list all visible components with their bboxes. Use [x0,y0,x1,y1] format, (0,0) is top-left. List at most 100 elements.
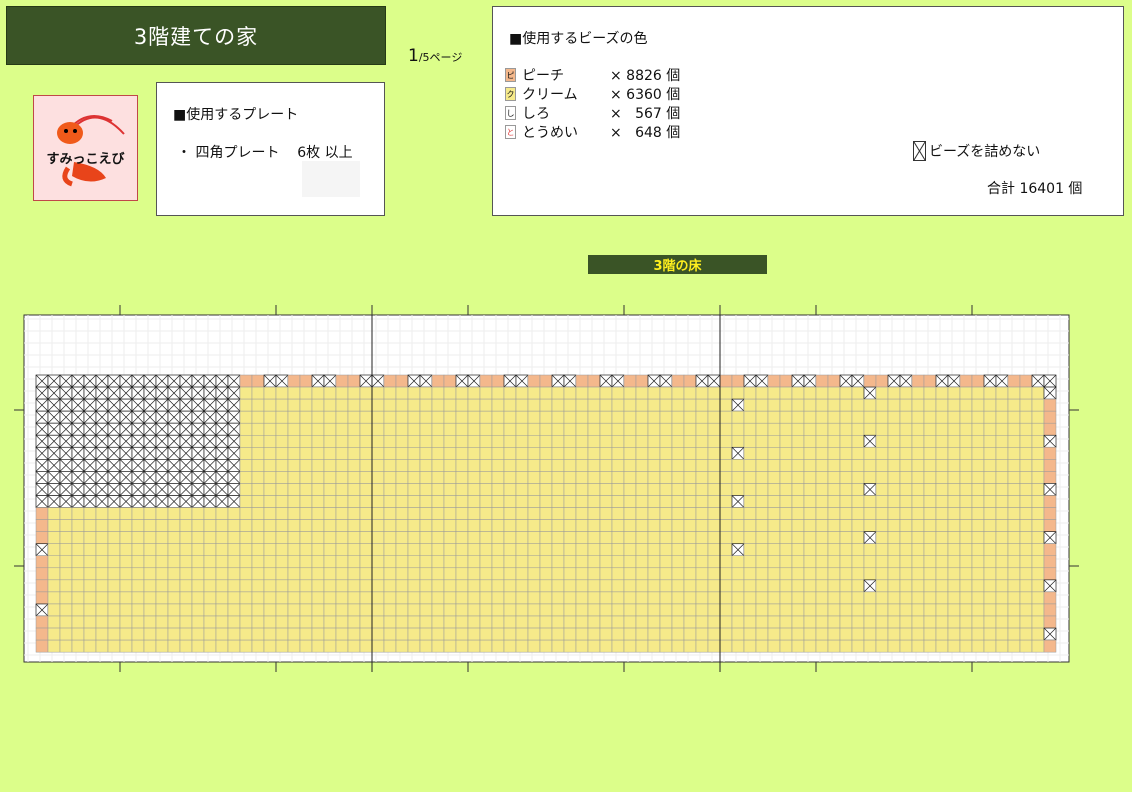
cream-bead [911,410,925,424]
cream-bead [587,459,601,472]
cream-bead [551,483,565,496]
cream-bead [599,603,613,617]
cream-bead [143,615,157,629]
cream-bead [563,483,577,496]
cream-bead [323,471,337,484]
cream-bead [71,507,85,520]
cream-bead [431,603,445,617]
cream-bead [479,435,493,448]
cream-bead [911,531,925,544]
cream-bead [323,410,337,424]
cream-bead [491,507,505,520]
cream-bead [371,410,385,424]
cream-bead [299,398,313,412]
cream-bead [863,543,877,556]
cream-bead [851,615,865,629]
cream-bead [503,507,517,520]
cream-bead [659,422,673,436]
cream-bead [959,567,973,581]
cream-bead [107,567,121,581]
cream-bead [167,627,181,641]
cream-bead [683,531,697,544]
cream-bead [467,579,481,593]
cream-bead [983,531,997,544]
cream-bead [515,422,529,436]
cream-bead [527,495,541,508]
cream-bead [275,459,289,472]
cream-bead [587,398,601,412]
cream-bead [707,398,721,412]
cream-bead [875,615,889,629]
cream-bead [1031,591,1045,605]
cream-bead [239,519,253,532]
cream-bead [527,471,541,484]
cream-bead [671,386,685,400]
cream-bead [767,567,781,581]
cream-bead [515,615,529,629]
cream-bead [443,591,457,605]
cream-bead [299,410,313,424]
peach-bead [767,374,781,388]
peach-bead [1019,374,1033,388]
cream-bead [371,531,385,544]
cream-bead [311,615,325,629]
cream-bead [731,386,745,400]
cream-bead [131,567,145,581]
cream-bead [275,386,289,400]
cream-bead [347,639,361,653]
cream-bead [779,410,793,424]
cream-bead [263,386,277,400]
peach-bead [35,567,49,581]
cream-bead [515,579,529,593]
cream-bead [779,639,793,653]
cream-bead [515,603,529,617]
cream-bead [647,615,661,629]
cream-bead [587,555,601,569]
cream-bead [275,555,289,569]
cream-bead [815,567,829,581]
cream-bead [599,615,613,629]
cream-bead [347,495,361,508]
cream-bead [107,579,121,593]
cream-bead [623,410,637,424]
cream-bead [335,483,349,496]
cream-bead [983,591,997,605]
cream-bead [239,579,253,593]
cream-bead [251,459,265,472]
cream-bead [911,591,925,605]
cream-bead [755,543,769,556]
cream-bead [371,398,385,412]
cream-bead [719,398,733,412]
cream-bead [803,531,817,544]
cream-bead [647,447,661,460]
cream-bead [755,603,769,617]
cream-bead [527,543,541,556]
cream-bead [491,639,505,653]
color-swatch: と [505,124,516,139]
page-title: 3階建ての家 [6,6,386,65]
cream-bead [203,639,217,653]
cream-bead [215,603,229,617]
cream-bead [647,543,661,556]
cream-bead [599,531,613,544]
cream-bead [347,519,361,532]
color-row: と とうめい × 648 個 [505,122,700,141]
cream-bead [971,386,985,400]
cream-bead [995,435,1009,448]
cream-bead [119,507,133,520]
cream-bead [623,507,637,520]
cream-bead [695,531,709,544]
peach-bead [443,374,457,388]
cream-bead [335,639,349,653]
cream-bead [455,471,469,484]
cream-bead [227,627,241,641]
cream-bead [971,603,985,617]
cream-bead [743,579,757,593]
cream-bead [743,627,757,641]
cream-bead [815,495,829,508]
cream-bead [335,519,349,532]
cream-bead [395,531,409,544]
cream-bead [239,471,253,484]
cream-bead [1031,459,1045,472]
cream-bead [191,531,205,544]
